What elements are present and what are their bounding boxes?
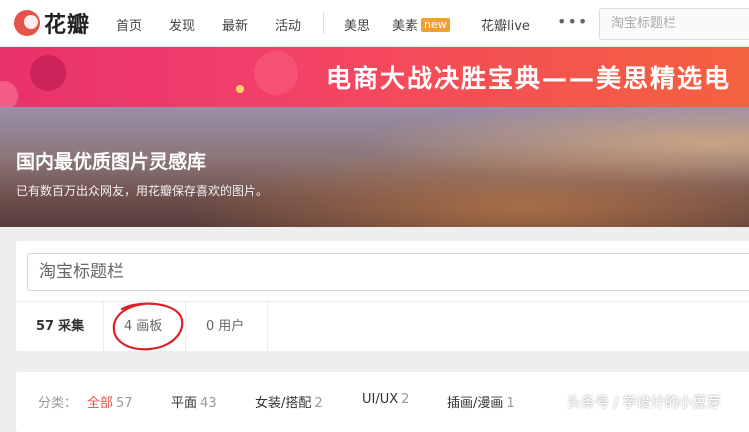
watermark: 头条号 / 学设计的小豆芽 xyxy=(567,395,721,411)
category-fashion-count: 2 xyxy=(314,396,323,411)
banner-text: 电商大战决胜宝典——美思精选电 xyxy=(326,64,732,93)
nav-meisu-label: 美素 xyxy=(392,19,419,34)
tab-users[interactable]: 0 用户 xyxy=(186,302,268,351)
hero-title: 国内最优质图片灵感库 xyxy=(16,151,207,173)
banner-decoration xyxy=(30,55,66,91)
tab-boards[interactable]: 4 画板 xyxy=(104,302,186,351)
hero-subtitle: 已有数百万出众网友，用花瓣保存喜欢的图片。 xyxy=(16,184,269,198)
tab-pins[interactable]: 57 采集 xyxy=(16,302,104,351)
category-graphic-name: 平面 xyxy=(171,396,198,411)
more-icon[interactable]: ••• xyxy=(557,12,588,31)
tab-users-count: 0 xyxy=(206,319,215,334)
top-nav: 花瓣 首页 发现 最新 活动 美思 美素 new 花瓣live ••• 淘宝标题栏 xyxy=(0,0,749,47)
category-illustration-count: 1 xyxy=(506,396,515,411)
hero-section: 国内最优质图片灵感库 已有数百万出众网友，用花瓣保存喜欢的图片。 xyxy=(0,107,749,227)
nav-discover[interactable]: 发现 xyxy=(169,15,195,34)
nav-meisu[interactable]: 美素 new xyxy=(392,15,450,34)
nav-latest[interactable]: 最新 xyxy=(222,15,248,34)
category-all-name: 全部 xyxy=(87,396,114,411)
nav-meisi[interactable]: 美思 xyxy=(344,15,370,34)
category-graphic[interactable]: 平面 43 xyxy=(171,392,217,411)
category-graphic-count: 43 xyxy=(200,396,217,411)
category-illustration-name: 插画/漫画 xyxy=(447,396,504,411)
banner-decoration xyxy=(254,51,298,95)
nav-home[interactable]: 首页 xyxy=(116,15,142,34)
tab-users-label: 用户 xyxy=(218,319,245,334)
logo-icon xyxy=(14,10,40,36)
result-tabs: 57 采集 4 画板 0 用户 xyxy=(16,301,749,351)
logo[interactable]: 花瓣 xyxy=(14,9,91,38)
category-uiux-name: UI/UX xyxy=(362,392,399,407)
category-all[interactable]: 全部 57 xyxy=(87,392,133,411)
new-badge: new xyxy=(421,18,450,32)
nav-activity[interactable]: 活动 xyxy=(275,15,301,34)
search-panel: 淘宝标题栏 57 采集 4 画板 0 用户 xyxy=(16,241,749,351)
banner-decoration xyxy=(236,85,244,93)
tab-pins-count: 57 xyxy=(36,319,55,334)
banner-decoration xyxy=(0,81,18,107)
tab-pins-label: 采集 xyxy=(58,319,85,334)
nav-huaban-live[interactable]: 花瓣live xyxy=(481,15,530,34)
category-uiux[interactable]: UI/UX 2 xyxy=(362,392,409,407)
tab-boards-count: 4 xyxy=(124,319,133,334)
promo-banner[interactable]: 电商大战决胜宝典——美思精选电 xyxy=(0,47,749,107)
category-fashion[interactable]: 女装/搭配 2 xyxy=(255,392,323,411)
category-fashion-name: 女装/搭配 xyxy=(255,396,312,411)
category-uiux-count: 2 xyxy=(401,392,410,407)
top-search-input[interactable]: 淘宝标题栏 xyxy=(599,8,749,40)
logo-text: 花瓣 xyxy=(44,13,91,38)
category-all-count: 57 xyxy=(116,396,133,411)
category-label: 分类： xyxy=(38,396,78,411)
category-illustration[interactable]: 插画/漫画 1 xyxy=(447,392,515,411)
tab-boards-label: 画板 xyxy=(136,319,163,334)
search-input[interactable]: 淘宝标题栏 xyxy=(27,253,749,291)
nav-divider xyxy=(323,12,324,34)
